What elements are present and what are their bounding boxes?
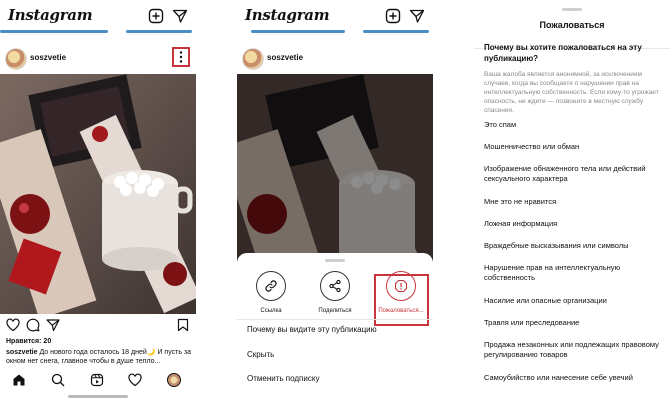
- link-action[interactable]: Ссылка: [241, 271, 301, 314]
- share-circle: [320, 271, 350, 301]
- activity-icon[interactable]: [128, 373, 142, 387]
- add-post-icon[interactable]: [385, 8, 401, 24]
- heart-icon[interactable]: [6, 318, 20, 332]
- caption-username[interactable]: soszvetie: [6, 349, 38, 356]
- stories-strip: [363, 30, 429, 33]
- report-screen: Пожаловаться Почему вы хотите пожаловать…: [474, 0, 670, 400]
- reason-spam[interactable]: Это спам: [484, 120, 662, 130]
- report-question: Почему вы хотите пожаловаться на эту пуб…: [484, 43, 642, 63]
- sheet-grabber[interactable]: [562, 8, 582, 11]
- reason-violence[interactable]: Насилие или опасные организации: [484, 296, 662, 306]
- reason-ip-violation[interactable]: Нарушение прав на интеллектуальную собст…: [484, 263, 662, 283]
- stories-strip: [0, 30, 108, 33]
- more-vertical-icon: [179, 51, 183, 63]
- report-title: Пожаловаться: [539, 20, 605, 30]
- profile-avatar[interactable]: [167, 373, 181, 387]
- post-options-button[interactable]: [172, 47, 190, 67]
- post-actions: [0, 318, 196, 336]
- stories-strip: [126, 30, 192, 33]
- bookmark-icon[interactable]: [176, 318, 190, 332]
- share-icon: [329, 279, 341, 293]
- feed-screen: Instagram soszvetie Нравится: 20 soszvet…: [0, 0, 196, 400]
- comment-icon[interactable]: [26, 318, 40, 332]
- scrim-overlay[interactable]: [237, 74, 433, 274]
- home-icon[interactable]: [12, 373, 26, 387]
- share-actions-row: Ссылка Поделиться Пожаловаться...: [237, 265, 433, 326]
- instagram-logo: Instagram: [245, 6, 330, 24]
- post-caption: soszvetie До нового года осталось 18 дне…: [6, 348, 192, 366]
- report-note: Ваша жалоба является анонимной, за исклю…: [484, 71, 659, 114]
- reason-false-info[interactable]: Ложная информация: [484, 219, 662, 229]
- instagram-logo: Instagram: [8, 6, 93, 24]
- post-photo-image: [0, 74, 196, 314]
- reason-fraud[interactable]: Мошенничество или обман: [484, 142, 662, 152]
- post-username[interactable]: soszvetie: [267, 53, 303, 62]
- reason-self-harm[interactable]: Самоубийство или нанесение себе увечий: [484, 373, 662, 383]
- reels-icon[interactable]: [90, 373, 104, 387]
- why-seeing-post-item[interactable]: Почему вы видите эту публикацию: [247, 325, 377, 334]
- search-icon[interactable]: [51, 373, 65, 387]
- home-indicator: [68, 395, 128, 398]
- post-username[interactable]: soszvetie: [30, 53, 66, 62]
- likes-count[interactable]: Нравится: 20: [6, 338, 51, 345]
- post-header: soszvetie: [237, 46, 433, 74]
- post-header: soszvetie: [0, 46, 196, 74]
- feed-top-bar: Instagram: [237, 0, 433, 36]
- sheet-grabber[interactable]: [325, 259, 345, 262]
- direct-message-icon[interactable]: [172, 8, 188, 24]
- link-icon: [265, 280, 277, 292]
- feed-top-bar: Instagram: [0, 0, 196, 36]
- send-icon[interactable]: [46, 318, 60, 332]
- link-circle: [256, 271, 286, 301]
- post-photo: [237, 74, 433, 274]
- share-action[interactable]: Поделиться: [305, 271, 365, 314]
- link-label: Ссылка: [260, 308, 282, 314]
- reason-bullying[interactable]: Травля или преследование: [484, 318, 662, 328]
- reason-nudity[interactable]: Изображение обнаженного тела или действи…: [484, 164, 662, 184]
- direct-message-icon[interactable]: [409, 8, 425, 24]
- add-post-icon[interactable]: [148, 8, 164, 24]
- unfollow-item[interactable]: Отменить подписку: [247, 374, 319, 383]
- share-label: Поделиться: [318, 308, 352, 314]
- avatar[interactable]: [242, 48, 264, 70]
- post-options-screen: Instagram soszvetie Ссылка Поделиться По…: [237, 0, 433, 400]
- bottom-navigation: [0, 370, 196, 392]
- reason-illegal-goods[interactable]: Продажа незаконных или подлежащих правов…: [484, 340, 662, 360]
- divider: [237, 319, 433, 320]
- hide-item[interactable]: Скрыть: [247, 350, 274, 359]
- post-options-sheet: Ссылка Поделиться Пожаловаться... Почему…: [237, 253, 433, 400]
- avatar[interactable]: [5, 48, 27, 70]
- reason-hate-speech[interactable]: Враждебные высказывания или символы: [484, 241, 662, 251]
- reason-dislike[interactable]: Мне это не нравится: [484, 197, 662, 207]
- post-photo[interactable]: [0, 74, 196, 314]
- stories-strip: [251, 30, 345, 33]
